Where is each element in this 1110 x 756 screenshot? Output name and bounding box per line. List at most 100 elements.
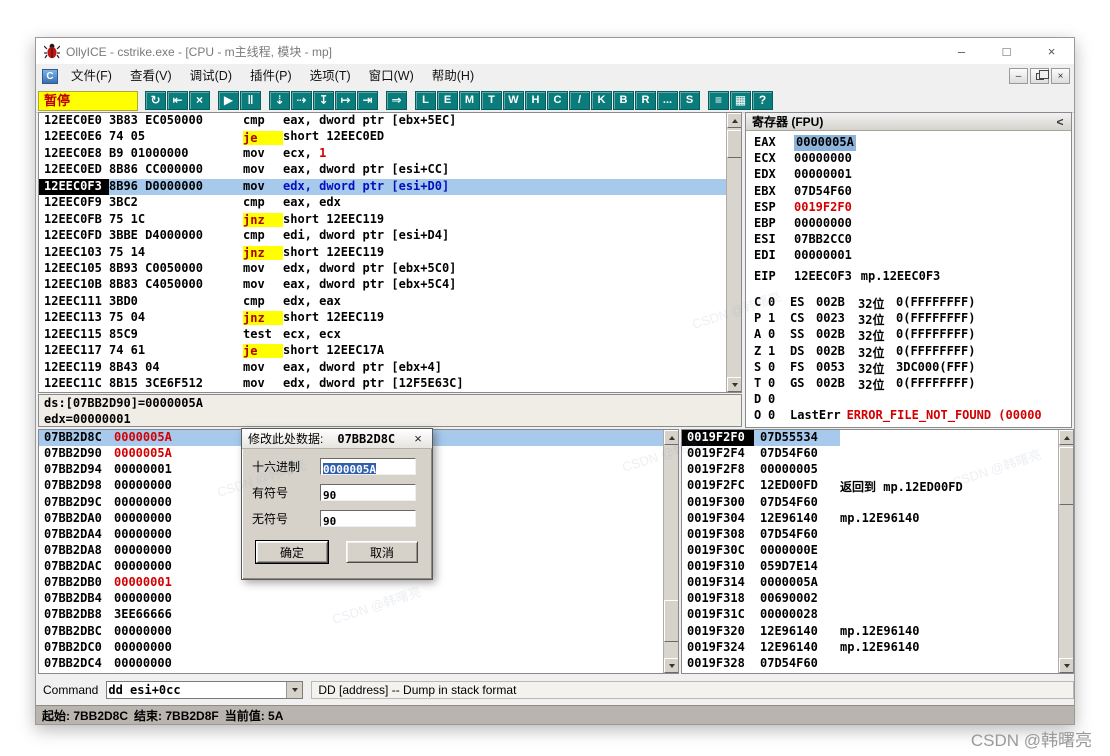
dropdown-button[interactable]	[286, 682, 302, 698]
eip-row[interactable]: EIP12EEC0F3mp.12EEC0F3	[754, 269, 940, 285]
disasm-row[interactable]: 12EEC0ED8B86 CC000000moveax, dword ptr […	[39, 162, 741, 178]
dump-scrollbar[interactable]	[663, 430, 678, 673]
stack-row[interactable]: 0019F31800690002	[682, 591, 1073, 607]
disassembly-pane[interactable]: 12EEC0E03B83 EC050000cmpeax, dword ptr […	[38, 112, 742, 393]
patches-button[interactable]: /	[569, 91, 590, 110]
flag-row[interactable]: Z1DS002B32位0(FFFFFFFF)	[754, 344, 1042, 360]
menu-item-v[interactable]: 查看(V)	[121, 64, 181, 89]
menu-item-f[interactable]: 文件(F)	[62, 64, 121, 89]
disasm-row[interactable]: 12EEC0E03B83 EC050000cmpeax, dword ptr […	[39, 113, 741, 129]
stack-row[interactable]: 0019F32412E96140mp.12E96140	[682, 640, 1073, 656]
disasm-row[interactable]: 12EEC0FD3BBE D4000000cmpedi, dword ptr […	[39, 228, 741, 244]
stack-row[interactable]: 0019F30412E96140mp.12E96140	[682, 511, 1073, 527]
disasm-row[interactable]: 12EEC10375 14jnzshort 12EEC119	[39, 245, 741, 261]
dialog-field-input-2[interactable]: 90	[320, 510, 416, 527]
scroll-up-icon[interactable]	[1059, 430, 1074, 445]
stack-row[interactable]: 0019F3140000005A	[682, 575, 1073, 591]
disasm-row[interactable]: 12EEC0F38B96 D0000000movedx, dword ptr […	[39, 179, 741, 195]
register-row[interactable]: EBP00000000	[754, 216, 856, 232]
register-row[interactable]: ESI07BB2CC0	[754, 232, 856, 248]
help-button[interactable]: ?	[752, 91, 773, 110]
scrollbar-thumb[interactable]	[727, 130, 742, 158]
stack-row[interactable]: 0019F31C00000028	[682, 607, 1073, 623]
dump-row[interactable]: 07BB2DC000000000	[39, 640, 678, 656]
registers-pane[interactable]: 寄存器 (FPU) < EAX0000005AECX00000000EDX000…	[745, 112, 1072, 428]
register-row[interactable]: EBX07D54F60	[754, 184, 856, 200]
step-over-button[interactable]: ⇢	[291, 91, 312, 110]
disasm-row[interactable]: 12EEC10B8B83 C4050000moveax, dword ptr […	[39, 277, 741, 293]
scroll-up-icon[interactable]	[664, 430, 679, 445]
stack-row[interactable]: 0019F2F800000005	[682, 462, 1073, 478]
stack-row[interactable]: 0019F30007D54F60	[682, 495, 1073, 511]
windows-button[interactable]: W	[503, 91, 524, 110]
close-icon[interactable]: ×	[1029, 38, 1074, 64]
stack-row[interactable]: 0019F310059D7E14	[682, 559, 1073, 575]
threads-button[interactable]: T	[481, 91, 502, 110]
menu-item-p[interactable]: 插件(P)	[241, 64, 301, 89]
flag-row[interactable]: O0LastErrERROR_FILE_NOT_FOUND (00000	[754, 408, 1042, 424]
stack-row[interactable]: 0019F2F007D55534	[682, 430, 1073, 446]
mdi-minimize-icon[interactable]: –	[1009, 68, 1028, 84]
stack-row[interactable]: 0019F2F407D54F60	[682, 446, 1073, 462]
attach-button[interactable]: ⇤	[167, 91, 188, 110]
flag-row[interactable]: A0SS002B32位0(FFFFFFFF)	[754, 327, 1042, 343]
trace-into-button[interactable]: ↧	[313, 91, 334, 110]
disassembly-scrollbar[interactable]	[726, 113, 741, 392]
ok-button[interactable]: 确定	[256, 541, 328, 563]
stack-row[interactable]: 0019F32012E96140mp.12E96140	[682, 624, 1073, 640]
disasm-row[interactable]: 12EEC0FB75 1Cjnzshort 12EEC119	[39, 212, 741, 228]
command-input[interactable]	[108, 683, 286, 697]
scroll-up-icon[interactable]	[727, 113, 742, 128]
mdi-restore-icon[interactable]	[1030, 68, 1049, 84]
mdi-close-icon[interactable]: ×	[1051, 68, 1070, 84]
call-stack-button[interactable]: K	[591, 91, 612, 110]
flag-row[interactable]: P1CS002332位0(FFFFFFFF)	[754, 311, 1042, 327]
breakpoints-button[interactable]: B	[613, 91, 634, 110]
goto-button[interactable]: ⇒	[386, 91, 407, 110]
disasm-row[interactable]: 12EEC1198B43 04moveax, dword ptr [ebx+4]	[39, 360, 741, 376]
menu-item-d[interactable]: 调试(D)	[181, 64, 241, 89]
appearance-button[interactable]: ▦	[730, 91, 751, 110]
step-into-button[interactable]: ⇣	[269, 91, 290, 110]
scroll-down-icon[interactable]	[1059, 658, 1074, 673]
command-combobox[interactable]	[106, 681, 303, 699]
scroll-down-icon[interactable]	[727, 377, 742, 392]
disasm-row[interactable]: 12EEC0E8B9 01000000movecx, 1	[39, 146, 741, 162]
title-bar[interactable]: OllyICE - cstrike.exe - [CPU - m主线程, 模块 …	[36, 38, 1074, 64]
menu-item-t[interactable]: 选项(T)	[301, 64, 360, 89]
stack-pane[interactable]: 0019F2F007D555340019F2F407D54F600019F2F8…	[681, 429, 1074, 674]
references-button[interactable]: R	[635, 91, 656, 110]
stack-scrollbar[interactable]	[1058, 430, 1073, 673]
register-row[interactable]: ECX00000000	[754, 151, 856, 167]
disasm-row[interactable]: 12EEC11585C9testecx, ecx	[39, 327, 741, 343]
stack-row[interactable]: 0019F30807D54F60	[682, 527, 1073, 543]
scrollbar-thumb[interactable]	[1059, 447, 1074, 505]
handles-button[interactable]: H	[525, 91, 546, 110]
dump-row[interactable]: 07BB2DB400000000	[39, 591, 678, 607]
stack-row[interactable]: 0019F30C0000000E	[682, 543, 1073, 559]
dump-row[interactable]: 07BB2DC400000000	[39, 656, 678, 672]
debug-options-button[interactable]: ≡	[708, 91, 729, 110]
run-button[interactable]: ▶	[218, 91, 239, 110]
pause-button[interactable]: ‖	[240, 91, 261, 110]
minimize-icon[interactable]: –	[939, 38, 984, 64]
flag-row[interactable]: S0FS005332位3DC000(FFF)	[754, 360, 1042, 376]
register-row[interactable]: EAX0000005A	[754, 135, 856, 151]
maximize-icon[interactable]: □	[984, 38, 1029, 64]
executables-button[interactable]: E	[437, 91, 458, 110]
flag-row[interactable]: C0ES002B32位0(FFFFFFFF)	[754, 295, 1042, 311]
run-trace-button[interactable]: ...	[657, 91, 678, 110]
trace-over-button[interactable]: ↦	[335, 91, 356, 110]
dialog-title-bar[interactable]: 修改此处数据: 07BB2D8C ×	[242, 429, 432, 449]
collapse-button[interactable]: <	[1049, 115, 1071, 129]
menu-item-w[interactable]: 窗口(W)	[360, 64, 423, 89]
dialog-close-icon[interactable]: ×	[410, 431, 426, 446]
register-row[interactable]: EDX00000001	[754, 167, 856, 183]
register-row[interactable]: EDI00000001	[754, 248, 856, 264]
dialog-field-input-1[interactable]: 90	[320, 484, 416, 501]
disasm-row[interactable]: 12EEC1058B93 C0050000movedx, dword ptr […	[39, 261, 741, 277]
close-process-button[interactable]: ×	[189, 91, 210, 110]
dialog-field-input-0[interactable]: 0000005A	[320, 458, 416, 475]
dump-row[interactable]: 07BB2DB83EE66666	[39, 607, 678, 623]
disasm-row[interactable]: 12EEC11C8B15 3CE6F512movedx, dword ptr […	[39, 376, 741, 392]
